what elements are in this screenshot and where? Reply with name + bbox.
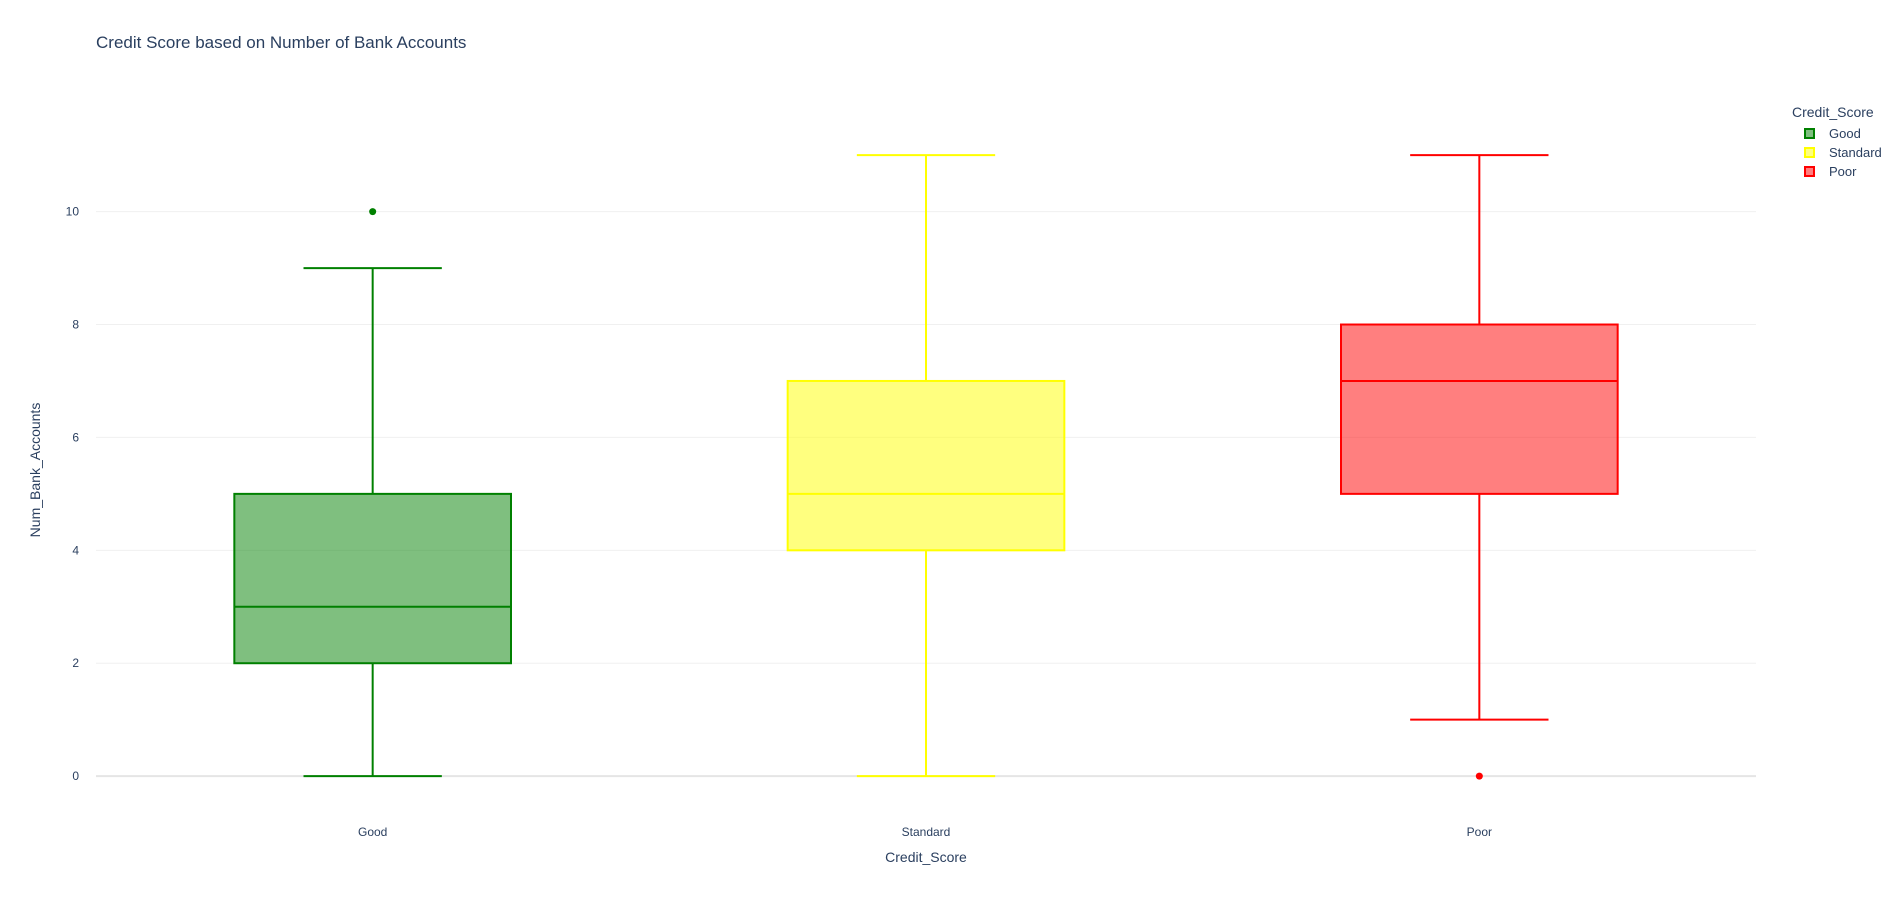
y-tick-label: 4: [72, 543, 79, 557]
legend-label: Good: [1829, 126, 1861, 141]
box-good[interactable]: [233, 208, 512, 778]
iqr-box: [1340, 323, 1619, 495]
x-axis-title: Credit_Score: [885, 849, 967, 865]
legend-item-good[interactable]: Good: [1792, 124, 1882, 143]
outlier-point: [1475, 772, 1483, 780]
outlier-point: [369, 208, 377, 216]
y-tick-label: 0: [72, 769, 79, 783]
box-plot: 0 2 4 6 8 10 Good Standard Poor Credit_Score Nu…: [27, 154, 1756, 865]
x-tick-label: Standard: [902, 825, 951, 839]
y-tick-labels: 0 2 4 6 8 10: [66, 205, 80, 784]
iqr-box: [233, 492, 512, 665]
box-poor[interactable]: [1340, 154, 1619, 780]
x-tick-label: Good: [358, 825, 387, 839]
legend-label: Poor: [1829, 164, 1857, 179]
legend: Credit_Score Good Standard Poor: [1792, 104, 1882, 181]
legend-title: Credit_Score: [1792, 104, 1874, 120]
iqr-box: [786, 379, 1066, 552]
legend-swatch: [1804, 166, 1815, 177]
legend-swatch: [1804, 128, 1815, 139]
y-tick-label: 6: [72, 430, 79, 444]
legend-item-poor[interactable]: Poor: [1792, 162, 1882, 181]
y-axis-title: Num_Bank_Accounts: [27, 403, 43, 538]
y-tick-label: 2: [72, 656, 79, 670]
x-tick-label: Poor: [1467, 825, 1492, 839]
legend-item-standard[interactable]: Standard: [1792, 143, 1882, 162]
x-tick-labels: Good Standard Poor: [358, 825, 1492, 839]
legend-label: Standard: [1829, 145, 1882, 160]
y-tick-label: 8: [72, 318, 79, 332]
y-tick-label: 10: [66, 205, 80, 219]
box-series: [233, 154, 1619, 780]
box-standard[interactable]: [786, 154, 1066, 778]
legend-swatch: [1804, 147, 1815, 158]
